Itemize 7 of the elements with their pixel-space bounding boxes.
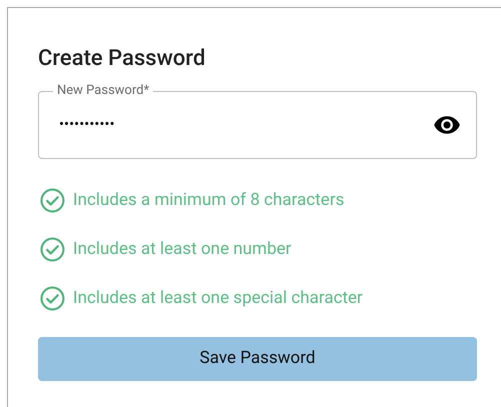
password-field[interactable]: New Password* ••••••••••• (38, 82, 477, 159)
field-label: New Password* (56, 82, 150, 100)
requirement-text: Includes a minimum of 8 characters (73, 188, 344, 212)
requirement-text: Includes at least one number (73, 238, 292, 261)
requirement-text: Includes at least one special character (73, 286, 363, 310)
form-title: Create Password (38, 45, 206, 73)
password-value: ••••••••••• (59, 114, 116, 136)
